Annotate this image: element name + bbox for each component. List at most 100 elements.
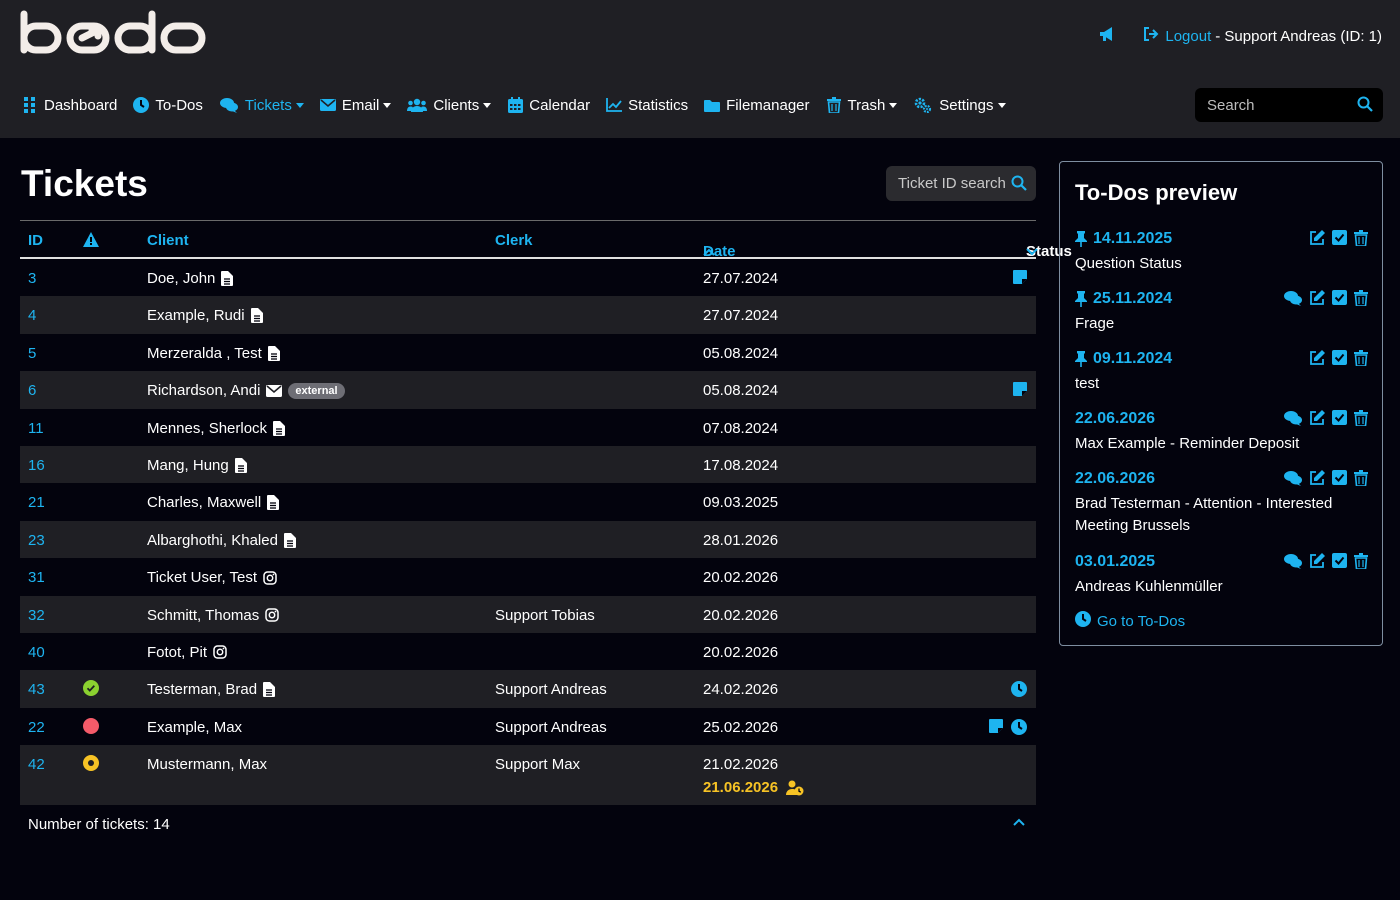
client-cell[interactable]: Mustermann, Max (147, 756, 267, 773)
client-name[interactable]: Albarghothi, Khaled (147, 532, 278, 549)
ticket-id[interactable]: 11 (28, 420, 44, 437)
client-name[interactable]: Example, Rudi (147, 307, 245, 324)
nav-item-tickets[interactable]: Tickets (219, 97, 304, 114)
todo-date[interactable]: 09.11.2024 (1093, 350, 1172, 368)
logout-label[interactable]: Logout (1165, 28, 1211, 45)
comments-icon[interactable] (1284, 470, 1302, 486)
comments-icon[interactable] (1284, 553, 1302, 569)
nav-item-to-dos[interactable]: To-Dos (133, 97, 203, 114)
nav-item-settings[interactable]: Settings (913, 97, 1006, 114)
client-name[interactable]: Schmitt, Thomas (147, 607, 259, 624)
logout-link[interactable]: Logout (1143, 27, 1211, 45)
note-icon[interactable] (989, 718, 1003, 735)
warning-icon[interactable] (83, 232, 99, 251)
table-row[interactable]: 23 Albarghothi, Khaled 28.01.2026 (20, 520, 1036, 559)
app-logo[interactable] (20, 10, 210, 62)
edit-icon[interactable] (1309, 410, 1325, 426)
col-clerk[interactable]: Clerk (495, 232, 533, 249)
trash-icon[interactable] (1354, 410, 1368, 426)
ticket-id[interactable]: 6 (28, 382, 36, 399)
todo-date[interactable]: 03.01.2025 (1075, 553, 1155, 571)
edit-icon[interactable] (1309, 290, 1325, 306)
table-row[interactable]: 40 Fotot, Pit 20.02.2026 (20, 633, 1036, 670)
check-square-icon[interactable] (1332, 553, 1347, 569)
nav-item-filemanager[interactable]: Filemanager (704, 97, 810, 114)
table-row[interactable]: 4 Example, Rudi 27.07.2024 (20, 296, 1036, 334)
comments-icon[interactable] (1284, 290, 1302, 306)
ticket-id-search-placeholder[interactable]: Ticket ID search (898, 175, 1006, 192)
nav-item-clients[interactable]: Clients (407, 97, 492, 114)
client-cell[interactable]: Example, Max (147, 719, 242, 736)
nav-item-statistics[interactable]: Statistics (606, 97, 688, 114)
edit-icon[interactable] (1309, 470, 1325, 486)
check-square-icon[interactable] (1332, 350, 1347, 366)
search-icon[interactable] (1011, 175, 1027, 195)
client-name[interactable]: Mennes, Sherlock (147, 420, 267, 437)
megaphone-icon[interactable] (1099, 26, 1117, 46)
trash-icon[interactable] (1354, 290, 1368, 306)
ticket-id[interactable]: 43 (28, 681, 45, 698)
table-row[interactable]: 42 Mustermann, Max Support Max 21.02.2026 21… (20, 745, 1036, 806)
trash-icon[interactable] (1354, 553, 1368, 569)
check-square-icon[interactable] (1332, 470, 1347, 486)
client-name[interactable]: Doe, John (147, 270, 215, 287)
note-icon[interactable] (1013, 270, 1027, 284)
table-row[interactable]: 32 Schmitt, Thomas Support Tobias 20.02.202… (20, 595, 1036, 633)
todo-date[interactable]: 22.06.2026 (1075, 470, 1155, 488)
col-client[interactable]: Client (147, 232, 189, 249)
ticket-id[interactable]: 5 (28, 345, 36, 362)
client-cell[interactable]: Ticket User, Test (147, 569, 277, 586)
ticket-id[interactable]: 22 (28, 719, 45, 736)
client-cell[interactable]: Richardson, Andi external (147, 382, 345, 399)
global-search[interactable] (1195, 88, 1383, 122)
table-row[interactable]: 5 Merzeralda , Test 05.08.2024 (20, 334, 1036, 371)
check-square-icon[interactable] (1332, 230, 1347, 246)
trash-icon[interactable] (1354, 470, 1368, 486)
clock-icon[interactable] (1011, 681, 1027, 698)
col-id[interactable]: ID (28, 232, 43, 249)
table-row[interactable]: 6 Richardson, Andi external 05.08.2024 (20, 371, 1036, 409)
ticket-id[interactable]: 3 (28, 270, 36, 287)
check-square-icon[interactable] (1332, 410, 1347, 426)
client-cell[interactable]: Mang, Hung (147, 457, 247, 474)
client-cell[interactable]: Testerman, Brad (147, 681, 276, 698)
table-row[interactable]: 21 Charles, Maxwell 09.03.2025 (20, 483, 1036, 520)
trash-icon[interactable] (1354, 230, 1368, 246)
table-row[interactable]: 43 Testerman, Brad Support Andreas 24.02.20… (20, 670, 1036, 708)
ticket-id[interactable]: 21 (28, 494, 45, 511)
nav-item-trash[interactable]: Trash (826, 97, 898, 114)
ticket-id[interactable]: 40 (28, 644, 45, 661)
client-cell[interactable]: Merzeralda , Test (147, 345, 280, 362)
table-row[interactable]: 3 Doe, John 27.07.2024 (20, 259, 1036, 296)
trash-icon[interactable] (1354, 350, 1368, 366)
go-to-todos-label[interactable]: Go to To-Dos (1097, 613, 1185, 630)
ticket-id[interactable]: 42 (28, 756, 45, 773)
client-cell[interactable]: Schmitt, Thomas (147, 607, 280, 624)
client-cell[interactable]: Mennes, Sherlock (147, 420, 286, 437)
ticket-id[interactable]: 16 (28, 457, 45, 474)
client-cell[interactable]: Example, Rudi (147, 307, 263, 324)
client-name[interactable]: Mang, Hung (147, 457, 229, 474)
note-icon[interactable] (1013, 382, 1027, 397)
table-row[interactable]: 31 Ticket User, Test 20.02.2026 (20, 558, 1036, 595)
client-name[interactable]: Merzeralda , Test (147, 345, 262, 362)
edit-icon[interactable] (1309, 350, 1325, 366)
client-name[interactable]: Charles, Maxwell (147, 494, 261, 511)
client-name[interactable]: Fotot, Pit (147, 644, 207, 661)
ticket-id-search[interactable]: Ticket ID search (886, 166, 1036, 201)
client-name[interactable]: Mustermann, Max (147, 756, 267, 773)
table-row[interactable]: 11 Mennes, Sherlock 07.08.2024 (20, 409, 1036, 446)
todo-date[interactable]: 22.06.2026 (1075, 410, 1155, 428)
search-icon[interactable] (1357, 96, 1373, 116)
client-name[interactable]: Ticket User, Test (147, 569, 257, 586)
client-cell[interactable]: Fotot, Pit (147, 644, 227, 661)
ticket-id[interactable]: 4 (28, 307, 36, 324)
nav-item-dashboard[interactable]: Dashboard (22, 97, 117, 114)
check-square-icon[interactable] (1332, 290, 1347, 306)
ticket-id[interactable]: 32 (28, 607, 45, 624)
client-name[interactable]: Testerman, Brad (147, 681, 257, 698)
client-name[interactable]: Example, Max (147, 719, 242, 736)
edit-icon[interactable] (1309, 553, 1325, 569)
comments-icon[interactable] (1284, 410, 1302, 426)
table-row[interactable]: 22 Example, Max Support Andreas 25.02.2026 (20, 708, 1036, 745)
